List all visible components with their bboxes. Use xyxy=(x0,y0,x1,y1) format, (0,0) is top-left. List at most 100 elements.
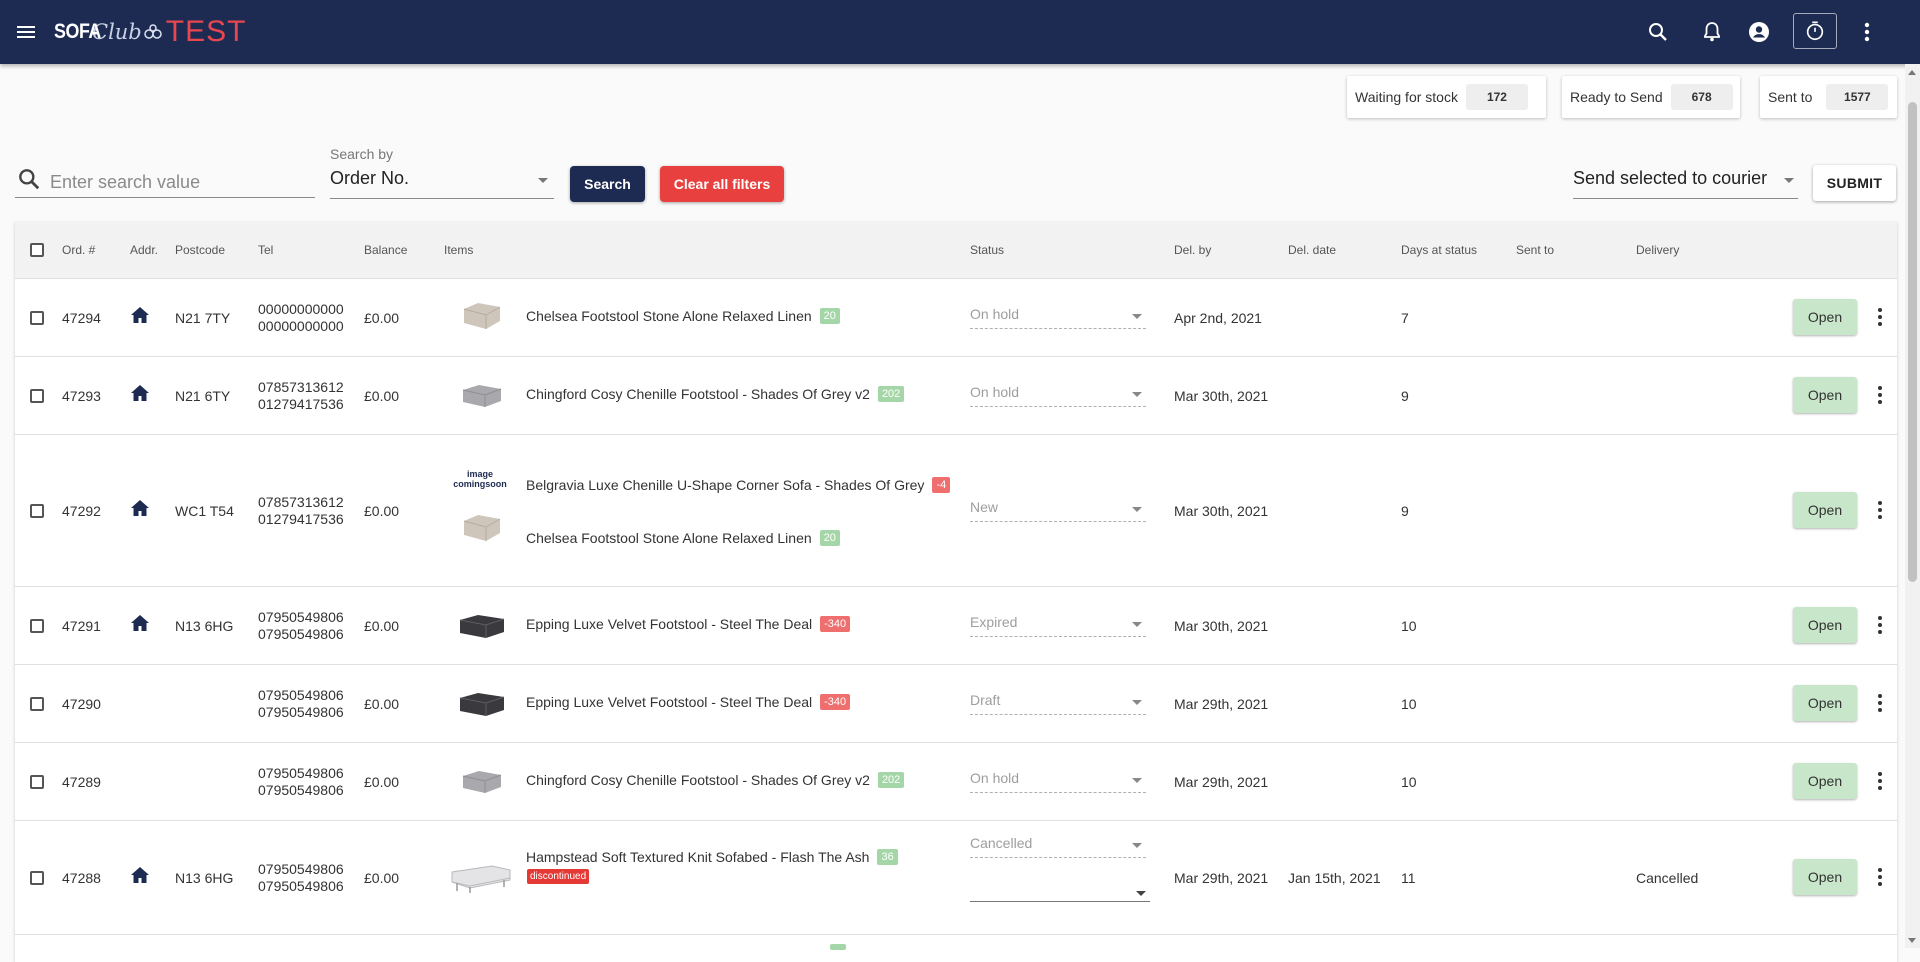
home-icon[interactable] xyxy=(130,499,150,522)
item-line[interactable]: Belgravia Luxe Chenille U-Shape Corner S… xyxy=(526,477,951,493)
item-line[interactable]: Chingford Cosy Chenille Footstool - Shad… xyxy=(526,772,905,788)
open-button[interactable]: Open xyxy=(1793,377,1857,413)
footstool-dark-thumbnail[interactable] xyxy=(455,606,509,646)
open-button[interactable]: Open xyxy=(1793,607,1857,643)
footstool-grey-thumbnail[interactable] xyxy=(455,376,509,416)
row-more-icon[interactable] xyxy=(1877,308,1883,328)
scrollbar-thumb[interactable] xyxy=(1908,102,1917,582)
image-coming-soon-thumbnail[interactable]: image comingsoon xyxy=(452,469,508,489)
row-checkbox[interactable] xyxy=(30,311,44,325)
sofabed-grey-thumbnail[interactable] xyxy=(449,858,513,898)
item-line[interactable]: Epping Luxe Velvet Footstool - Steel The… xyxy=(526,694,851,710)
row-checkbox[interactable] xyxy=(30,389,44,403)
col-balance[interactable]: Balance xyxy=(364,243,407,257)
bell-icon[interactable] xyxy=(1700,20,1724,44)
open-button[interactable]: Open xyxy=(1793,763,1857,799)
table-row[interactable]: 47293 N21 6TY 07857313612 01279417536 £0… xyxy=(15,357,1897,435)
table-row[interactable]: 47288 N13 6HG 07950549806 07950549806 £0… xyxy=(15,821,1897,935)
counter-waiting-for-stock[interactable]: Waiting for stock 172 xyxy=(1347,76,1546,118)
col-del-by[interactable]: Del. by xyxy=(1174,243,1211,257)
status-select[interactable]: Expired xyxy=(970,614,1146,637)
item-line[interactable]: Chelsea Footstool Stone Alone Relaxed Li… xyxy=(526,530,840,546)
home-icon[interactable] xyxy=(130,614,150,637)
row-more-icon[interactable] xyxy=(1877,694,1883,714)
search-icon[interactable] xyxy=(1646,20,1670,44)
counter-label: Sent to xyxy=(1768,89,1813,105)
col-order[interactable]: Ord. # xyxy=(62,243,95,257)
timer-button[interactable] xyxy=(1793,13,1837,49)
row-more-icon[interactable] xyxy=(1877,501,1883,521)
days-at-status: 10 xyxy=(1401,618,1417,634)
app-logo[interactable]: SOFA Club TEST xyxy=(54,14,246,50)
home-icon[interactable] xyxy=(130,306,150,329)
col-sent-to[interactable]: Sent to xyxy=(1516,243,1554,257)
item-line[interactable]: Chelsea Footstool Stone Alone Relaxed Li… xyxy=(526,308,840,324)
row-more-icon[interactable] xyxy=(1877,616,1883,636)
row-more-icon[interactable] xyxy=(1877,868,1883,888)
status-select[interactable]: Draft xyxy=(970,692,1146,715)
col-items[interactable]: Items xyxy=(444,243,473,257)
table-header: Ord. # Addr. Postcode Tel Balance Items … xyxy=(15,222,1897,279)
open-button[interactable]: Open xyxy=(1793,859,1857,895)
item-name: Chelsea Footstool Stone Alone Relaxed Li… xyxy=(526,308,812,324)
counter-value: 678 xyxy=(1670,84,1733,110)
account-icon[interactable] xyxy=(1747,20,1771,44)
menu-icon[interactable] xyxy=(14,20,38,44)
counter-sent-to[interactable]: Sent to 1577 xyxy=(1760,76,1897,118)
search-input[interactable] xyxy=(50,168,314,196)
table-row[interactable]: 47294 N21 7TY 00000000000 00000000000 £0… xyxy=(15,279,1897,357)
clear-filters-button[interactable]: Clear all filters xyxy=(660,166,784,202)
courier-select[interactable] xyxy=(970,879,1150,902)
footstool-grey-thumbnail[interactable] xyxy=(455,762,509,802)
col-delivery[interactable]: Delivery xyxy=(1636,243,1679,257)
search-input-underline xyxy=(15,197,315,198)
item-line[interactable]: Hampstead Soft Textured Knit Sofabed - F… xyxy=(526,849,898,865)
status-select[interactable]: On hold xyxy=(970,384,1146,407)
home-icon[interactable] xyxy=(130,384,150,407)
logo-sofa: SOFA xyxy=(54,20,101,43)
status-select[interactable]: On hold xyxy=(970,306,1146,329)
row-checkbox[interactable] xyxy=(30,504,44,518)
open-button[interactable]: Open xyxy=(1793,685,1857,721)
status-select[interactable]: New xyxy=(970,499,1146,522)
open-button[interactable]: Open xyxy=(1793,299,1857,335)
row-more-icon[interactable] xyxy=(1877,772,1883,792)
col-tel[interactable]: Tel xyxy=(258,243,273,257)
row-checkbox[interactable] xyxy=(30,697,44,711)
col-status[interactable]: Status xyxy=(970,243,1004,257)
row-checkbox[interactable] xyxy=(30,775,44,789)
row-checkbox[interactable] xyxy=(30,871,44,885)
col-del-date[interactable]: Del. date xyxy=(1288,243,1336,257)
scroll-down-icon[interactable] xyxy=(1908,938,1916,943)
search-by-select[interactable]: Order No. xyxy=(330,168,554,199)
row-more-icon[interactable] xyxy=(1877,386,1883,406)
row-checkbox[interactable] xyxy=(30,619,44,633)
search-button[interactable]: Search xyxy=(570,166,645,202)
table-row[interactable]: 47289 07950549806 07950549806 £0.00 Chin… xyxy=(15,743,1897,821)
courier-action-value: Send selected to courier xyxy=(1573,168,1768,188)
item-line[interactable]: Chingford Cosy Chenille Footstool - Shad… xyxy=(526,386,905,402)
discontinued-badge: discontinued xyxy=(527,869,590,884)
submit-button[interactable]: SUBMIT xyxy=(1813,165,1896,201)
item-line[interactable]: Epping Luxe Velvet Footstool - Steel The… xyxy=(526,616,851,632)
footstool-beige-thumbnail[interactable] xyxy=(455,510,509,550)
counter-ready-to-send[interactable]: Ready to Send 678 xyxy=(1562,76,1740,118)
table-row[interactable]: 47290 07950549806 07950549806 £0.00 Eppi… xyxy=(15,665,1897,743)
select-all-checkbox[interactable] xyxy=(30,243,44,257)
footstool-beige-thumbnail[interactable] xyxy=(455,298,509,338)
home-icon[interactable] xyxy=(130,866,150,889)
status-select[interactable]: Cancelled xyxy=(970,835,1146,858)
footstool-dark-thumbnail[interactable] xyxy=(455,684,509,724)
table-row[interactable]: 47292 WC1 T54 07857313612 01279417536 £0… xyxy=(15,435,1897,587)
scrollbar[interactable] xyxy=(1905,64,1920,948)
tel-2: 01279417536 xyxy=(258,511,344,527)
col-address[interactable]: Addr. xyxy=(130,243,158,257)
col-days-at-status[interactable]: Days at status xyxy=(1401,243,1477,257)
table-row[interactable]: 47291 N13 6HG 07950549806 07950549806 £0… xyxy=(15,587,1897,665)
status-select[interactable]: On hold xyxy=(970,770,1146,793)
courier-action-select[interactable]: Send selected to courier xyxy=(1573,168,1798,199)
more-vert-icon[interactable] xyxy=(1862,20,1872,44)
col-postcode[interactable]: Postcode xyxy=(175,243,225,257)
open-button[interactable]: Open xyxy=(1793,492,1857,528)
scroll-up-icon[interactable] xyxy=(1908,70,1916,75)
